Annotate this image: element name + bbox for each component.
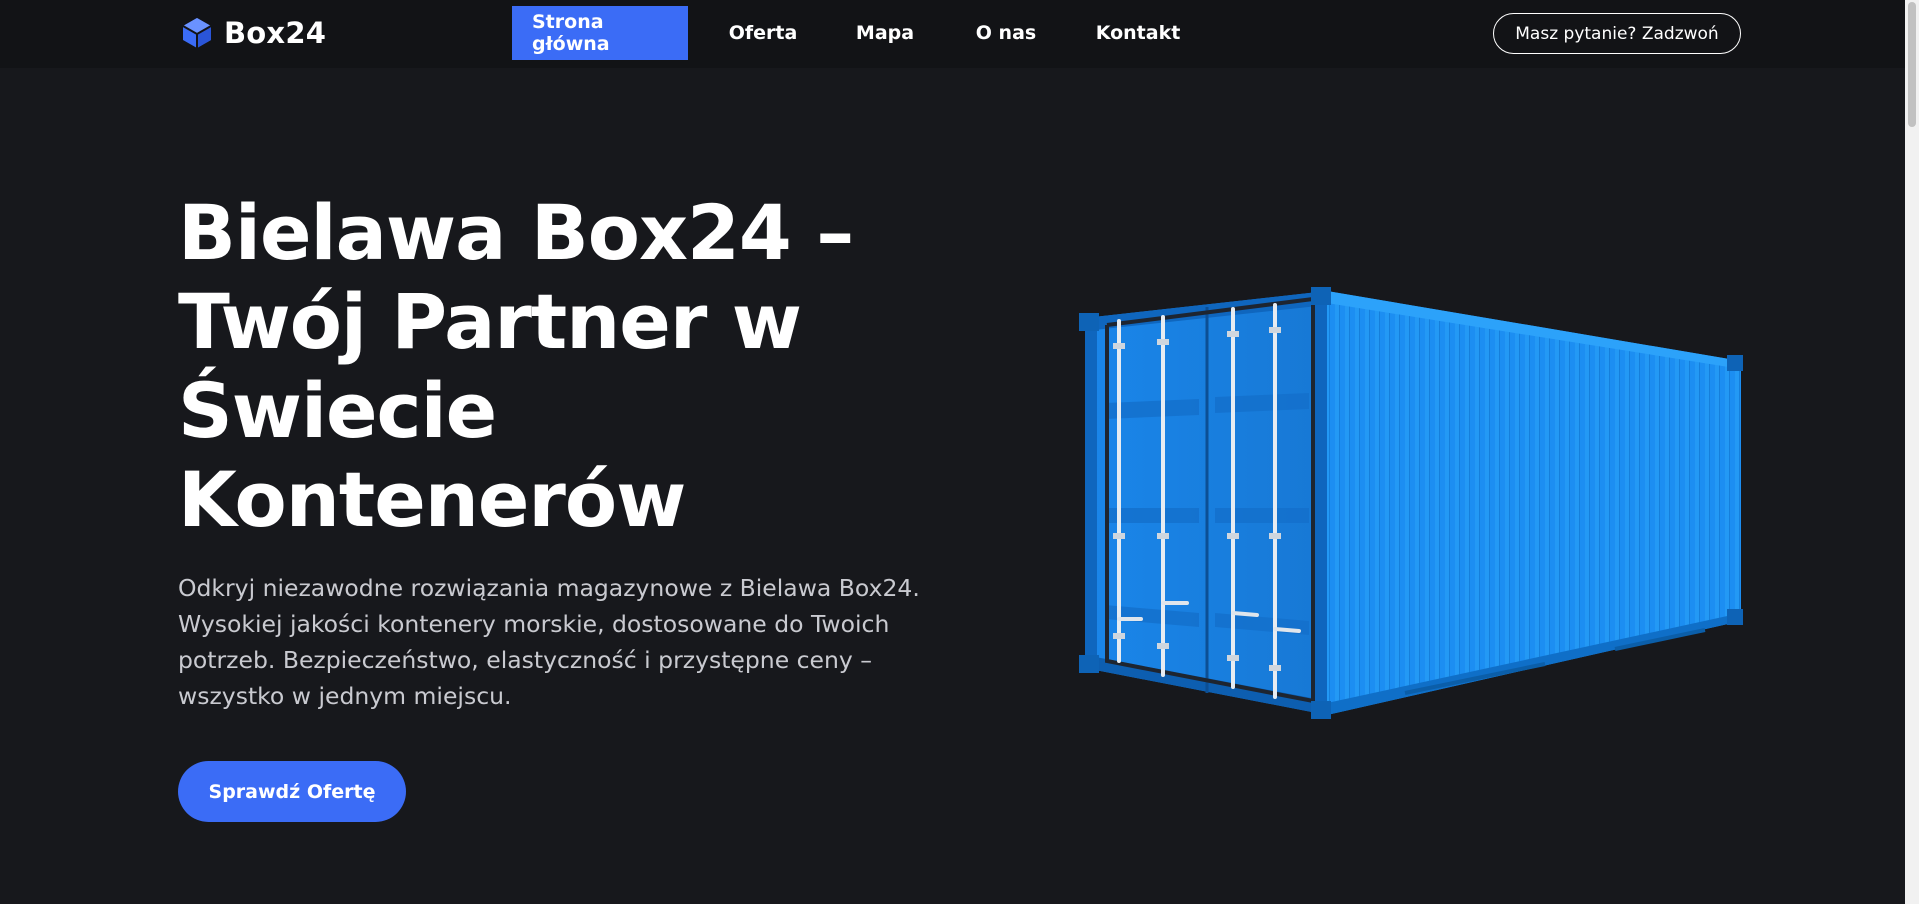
hero-title: Bielawa Box24 – Twój Partner w Świecie K… xyxy=(178,188,878,544)
page-scrollbar[interactable] xyxy=(1905,0,1919,904)
logo[interactable]: Box24 xyxy=(180,14,326,52)
check-offer-button[interactable]: Sprawdź Ofertę xyxy=(178,761,406,822)
nav-item-contact[interactable]: Kontakt xyxy=(1080,6,1196,60)
main-nav: Strona główna Oferta Mapa O nas Kontakt xyxy=(512,6,1196,60)
logo-text: Box24 xyxy=(224,16,327,50)
shipping-container-image xyxy=(1079,287,1743,719)
hero-description-line: potrzeb. Bezpieczeństwo, elastyczność i … xyxy=(178,646,873,674)
hero-title-line: Bielawa Box24 – xyxy=(178,188,854,277)
hero-description-line: Odkryj niezawodne rozwiązania magazynowe… xyxy=(178,574,920,602)
nav-item-map[interactable]: Mapa xyxy=(838,6,932,60)
nav-item-about[interactable]: O nas xyxy=(932,6,1080,60)
hero-title-line: Twój Partner w xyxy=(178,277,802,366)
scrollbar-thumb[interactable] xyxy=(1908,2,1916,127)
call-button[interactable]: Masz pytanie? Zadzwoń xyxy=(1493,13,1741,54)
cube-icon xyxy=(182,18,212,48)
hero-description-line: wszystko w jednym miejscu. xyxy=(178,682,512,710)
hero-title-line: Kontenerów xyxy=(178,455,686,544)
hero-title-line: Świecie xyxy=(178,366,497,455)
hero-description: Odkryj niezawodne rozwiązania magazynowe… xyxy=(178,570,920,714)
nav-item-home[interactable]: Strona główna xyxy=(512,6,688,60)
site-header: Box24 Strona główna Oferta Mapa O nas Ko… xyxy=(0,0,1905,68)
hero-description-line: Wysokiej jakości kontenery morskie, dost… xyxy=(178,610,890,638)
page: Box24 Strona główna Oferta Mapa O nas Ko… xyxy=(0,0,1919,904)
nav-item-offer[interactable]: Oferta xyxy=(688,6,838,60)
